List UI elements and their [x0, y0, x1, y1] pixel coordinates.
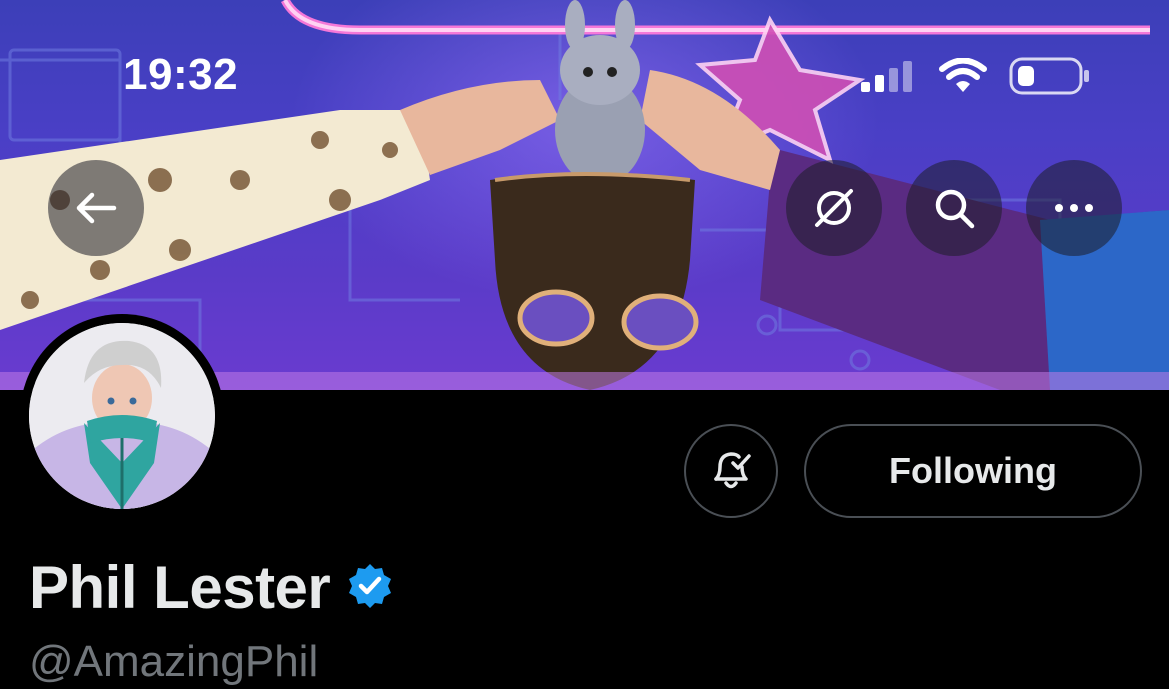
- more-horizontal-icon: [1054, 203, 1094, 213]
- grok-button[interactable]: [786, 160, 882, 256]
- bell-check-icon: [708, 445, 754, 498]
- status-bar-time: 19:32: [123, 50, 239, 99]
- following-button[interactable]: Following: [804, 424, 1142, 518]
- verified-badge-icon[interactable]: [346, 562, 394, 615]
- wifi-icon: [939, 57, 987, 99]
- grok-slash-circle-icon: [811, 185, 857, 231]
- status-bar-icons: [861, 56, 1091, 101]
- search-icon: [932, 186, 976, 230]
- display-name: Phil Lester: [29, 554, 331, 621]
- back-button[interactable]: [48, 160, 144, 256]
- profile-screen: 19:32 Following Phil Lester @AmazingPhil: [0, 0, 1169, 689]
- notifications-button[interactable]: [684, 424, 778, 518]
- more-options-button[interactable]: [1026, 160, 1122, 256]
- profile-name-row: Phil Lester: [29, 552, 394, 624]
- search-button[interactable]: [906, 160, 1002, 256]
- profile-handle: @AmazingPhil: [29, 637, 319, 686]
- avatar-image: [29, 323, 215, 509]
- back-arrow-icon: [74, 190, 118, 226]
- cellular-signal-icon: [861, 60, 917, 97]
- avatar[interactable]: [29, 323, 215, 509]
- battery-low-icon: [1009, 56, 1091, 101]
